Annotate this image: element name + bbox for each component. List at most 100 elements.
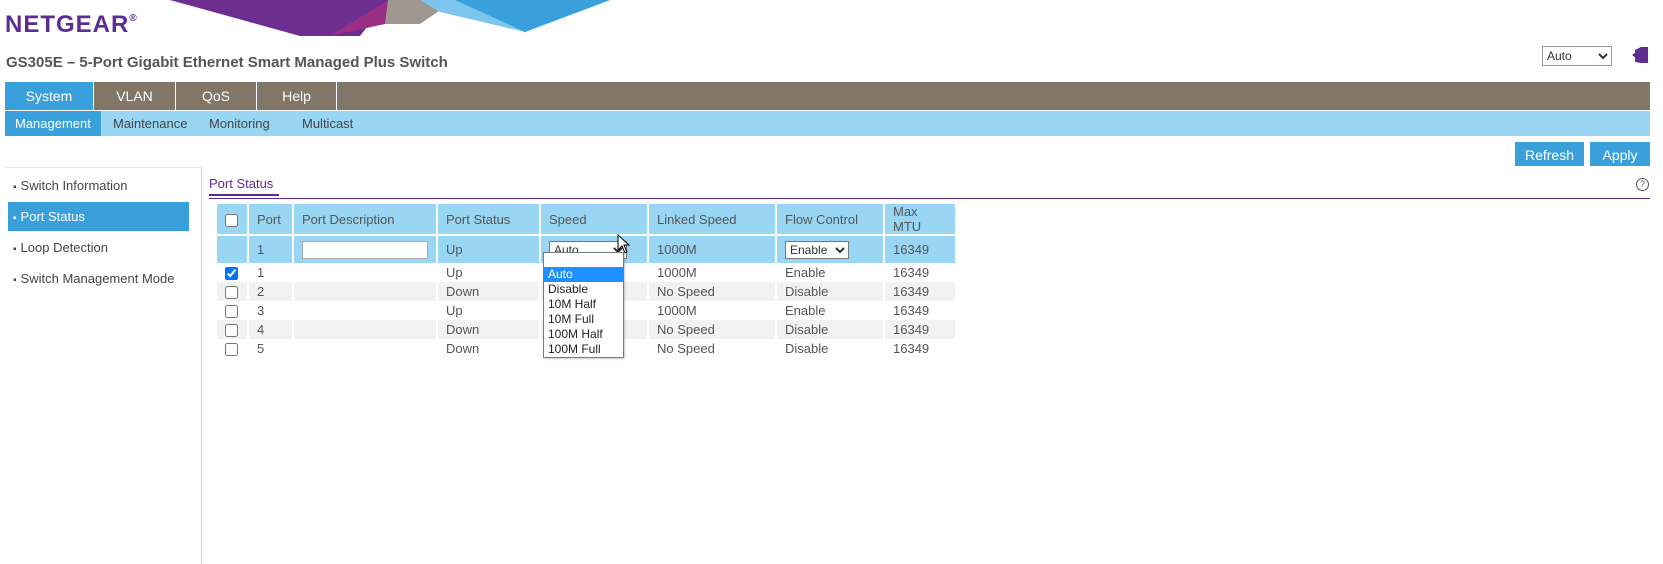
cell-linked-speed: No Speed	[648, 320, 777, 339]
row-checkbox[interactable]	[225, 324, 238, 338]
cell-flow-control: Disable	[776, 339, 885, 358]
edit-port: 1	[248, 234, 294, 263]
header-banner-graphic	[170, 0, 610, 36]
table-header-row: Port Port Description Port Status Speed …	[217, 204, 957, 235]
mouse-cursor-icon	[617, 234, 631, 254]
col-header-port-status[interactable]: Port Status	[437, 204, 541, 235]
cell-description	[293, 301, 438, 320]
select-all-cell	[217, 204, 249, 235]
logout-icon[interactable]	[1632, 45, 1650, 65]
sidebar-item-switch-information[interactable]: ▪ Switch Information	[8, 171, 189, 200]
cell-max-mtu: 16349	[884, 301, 957, 320]
row-checkbox[interactable]	[225, 343, 238, 357]
bullet-icon: ▪	[13, 182, 17, 193]
cell-description	[293, 282, 438, 301]
row-checkbox-cell	[217, 339, 249, 358]
cell-max-mtu: 16349	[884, 339, 957, 358]
cell-description	[293, 339, 438, 358]
apply-button[interactable]: Apply	[1590, 142, 1650, 166]
cell-max-mtu: 16349	[884, 320, 957, 339]
edit-flow-control-cell: Enable	[776, 234, 885, 263]
speed-option[interactable]: Auto	[544, 267, 623, 282]
edit-description-cell	[293, 234, 438, 263]
cell-description	[293, 263, 438, 282]
bullet-icon: ▪	[13, 275, 17, 286]
cell-port: 2	[248, 282, 294, 301]
speed-option[interactable]: 10M Half	[544, 297, 623, 312]
col-header-flow-control[interactable]: Flow Control	[776, 204, 885, 235]
row-checkbox-cell	[217, 301, 249, 320]
tab-system[interactable]: System	[5, 82, 94, 110]
sidebar-item-label: Switch Management Mode	[20, 271, 175, 286]
col-header-port[interactable]: Port	[248, 204, 294, 235]
cell-linked-speed: No Speed	[648, 282, 777, 301]
col-header-max-mtu[interactable]: Max MTU	[884, 204, 957, 235]
subtab-monitoring[interactable]: Monitoring	[199, 111, 280, 136]
sidebar-item-switch-management-mode[interactable]: ▪ Switch Management Mode	[8, 264, 189, 293]
cell-flow-control: Enable	[776, 301, 885, 320]
edit-status: Up	[437, 234, 541, 263]
cell-status: Down	[437, 320, 541, 339]
tab-qos[interactable]: QoS	[176, 82, 257, 110]
cell-status: Up	[437, 301, 541, 320]
cell-port: 5	[248, 339, 294, 358]
speed-dropdown-list: Auto Disable 10M Half 10M Full 100M Half 100M…	[543, 252, 624, 358]
edit-mtu: 16349	[884, 234, 957, 263]
speed-option[interactable]: 10M Full	[544, 312, 623, 327]
cell-port: 1	[248, 263, 294, 282]
cell-description	[293, 320, 438, 339]
row-checkbox[interactable]	[225, 305, 238, 319]
help-icon[interactable]: ?	[1636, 178, 1649, 191]
section-divider	[209, 198, 1650, 199]
row-checkbox[interactable]	[225, 286, 238, 300]
bullet-icon: ▪	[13, 213, 17, 224]
tab-vlan[interactable]: VLAN	[94, 82, 176, 110]
row-checkbox-cell	[217, 282, 249, 301]
sidebar: ▪ Switch Information ▪ Port Status ▪ Loop D…	[5, 167, 202, 564]
cell-status: Down	[437, 282, 541, 301]
cell-linked-speed: No Speed	[648, 339, 777, 358]
subtab-multicast[interactable]: Multicast	[292, 111, 363, 136]
speed-option[interactable]: Disable	[544, 282, 623, 297]
edit-linked-speed: 1000M	[648, 234, 777, 263]
row-checkbox-cell	[217, 263, 249, 282]
col-header-speed[interactable]: Speed	[540, 204, 649, 235]
section-tab-port-status[interactable]: Port Status	[209, 176, 279, 196]
select-all-checkbox[interactable]	[225, 213, 238, 227]
cell-port: 4	[248, 320, 294, 339]
cell-flow-control: Disable	[776, 320, 885, 339]
main-nav: System VLAN QoS Help	[5, 82, 1650, 110]
edit-checkbox-cell	[217, 234, 249, 263]
cell-status: Down	[437, 339, 541, 358]
sidebar-item-label: Switch Information	[20, 178, 128, 193]
cell-max-mtu: 16349	[884, 282, 957, 301]
row-checkbox[interactable]	[225, 267, 238, 281]
sidebar-item-loop-detection[interactable]: ▪ Loop Detection	[8, 233, 189, 262]
col-header-port-description[interactable]: Port Description	[293, 204, 438, 235]
netgear-logo: NETGEAR®	[5, 11, 138, 38]
cell-status: Up	[437, 263, 541, 282]
cell-flow-control: Disable	[776, 282, 885, 301]
cell-linked-speed: 1000M	[648, 263, 777, 282]
tab-help[interactable]: Help	[257, 82, 337, 110]
sidebar-item-label: Port Status	[20, 209, 85, 224]
language-select[interactable]: Auto	[1542, 46, 1612, 66]
row-checkbox-cell	[217, 320, 249, 339]
flow-control-select[interactable]: Enable	[785, 240, 849, 259]
cell-flow-control: Enable	[776, 263, 885, 282]
sidebar-item-port-status[interactable]: ▪ Port Status	[8, 202, 189, 231]
cell-max-mtu: 16349	[884, 263, 957, 282]
speed-option[interactable]: 100M Full	[544, 342, 623, 357]
product-title: GS305E – 5-Port Gigabit Ethernet Smart M…	[6, 54, 448, 71]
col-header-linked-speed[interactable]: Linked Speed	[648, 204, 777, 235]
subtab-maintenance[interactable]: Maintenance	[103, 111, 197, 136]
cell-port: 3	[248, 301, 294, 320]
sidebar-item-label: Loop Detection	[20, 240, 108, 255]
speed-option[interactable]: 100M Half	[544, 327, 623, 342]
subtab-management[interactable]: Management	[5, 111, 101, 136]
refresh-button[interactable]: Refresh	[1515, 142, 1584, 166]
port-description-input[interactable]	[302, 240, 428, 259]
bullet-icon: ▪	[13, 244, 17, 255]
sub-nav: Management Maintenance Monitoring Multic…	[5, 111, 1650, 136]
cell-linked-speed: 1000M	[648, 301, 777, 320]
